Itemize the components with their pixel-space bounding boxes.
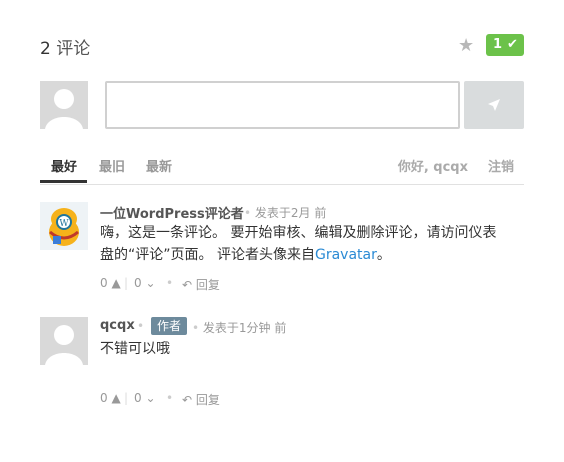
comment-input[interactable] [105,81,460,129]
comments-header: 2 评论 ★ 1 ✔ [40,34,524,59]
send-icon [488,99,500,111]
comment-actions: 0 ▲ | 0 ⌄ • ↶ 回复 [100,391,220,408]
avatar[interactable]: W [40,202,88,250]
avatar[interactable] [40,317,88,365]
dislike-button[interactable]: 0 ⌄ [134,391,156,405]
user-greeting[interactable]: 你好, qcqx [398,156,468,175]
default-avatar-icon [40,317,88,365]
default-avatar-icon [40,81,88,129]
favorite-badge[interactable]: 1 ✔ [486,34,524,56]
current-user-avatar [40,81,88,129]
tab-newest[interactable]: 最新 [146,156,172,175]
logout-link[interactable]: 注销 [488,156,514,175]
reply-button[interactable]: ↶ 回复 [182,276,220,293]
comment-text: 嗨，这是一条评论。 要开始审核、编辑及删除评论，请访问仪表 盘的“评论”页面。 … [100,225,497,263]
like-button[interactable]: 0 ▲ [100,391,121,405]
comment-meta: • 发表于2月 前 [244,206,327,220]
thumbs-down-icon: ⌄ [145,391,156,405]
send-button[interactable] [464,81,524,129]
tab-oldest[interactable]: 最旧 [99,156,125,175]
thumbs-down-icon: ⌄ [145,276,156,290]
reply-button[interactable]: ↶ 回复 [182,391,220,408]
reply-icon: ↶ [182,393,193,407]
thumbs-up-icon: ▲ [111,276,121,290]
comment-author[interactable]: 一位WordPress评论者 [100,203,244,222]
like-button[interactable]: 0 ▲ [100,276,121,290]
star-icon[interactable]: ★ [458,36,474,56]
comment-count: 2 评论 [40,39,91,59]
comment-meta: • 发表于1分钟 前 [192,321,287,335]
gravatar-link[interactable]: Gravatar [315,247,377,263]
comment-actions: 0 ▲ | 0 ⌄ • ↶ 回复 [100,276,220,293]
author-badge: 作者 [151,317,188,335]
thumbs-up-icon: ▲ [111,391,121,405]
tab-best[interactable]: 最好 [51,156,77,175]
comment-author[interactable]: qcqx [100,318,135,333]
active-tab-indicator [40,180,87,183]
sort-tabs: 最好 最旧 最新 你好, qcqx 注销 [40,150,524,185]
comment-text: 不错可以哦 [100,341,170,357]
reply-icon: ↶ [182,278,193,292]
check-icon: ✔ [507,37,518,52]
wapuu-avatar-icon: W [40,202,88,250]
svg-text:W: W [59,219,69,229]
dislike-button[interactable]: 0 ⌄ [134,276,156,290]
